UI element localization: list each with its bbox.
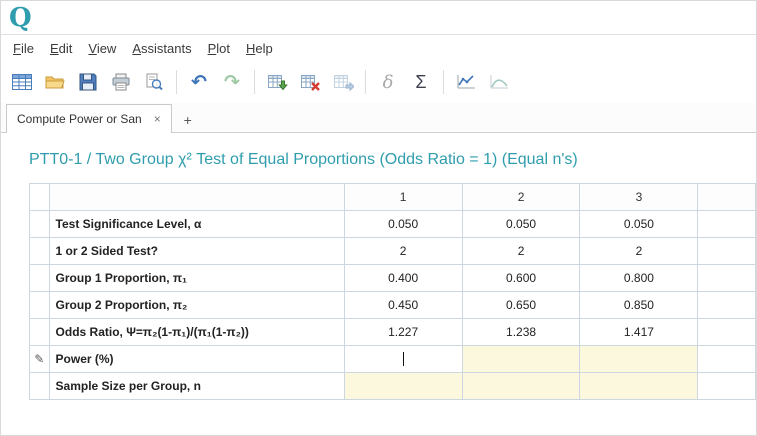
edit-row-pencil-icon: ✎	[34, 352, 45, 366]
plot-curve-icon[interactable]	[484, 67, 514, 97]
table-cell[interactable]: 0.050	[461, 210, 581, 238]
redo-icon[interactable]: ↷	[217, 67, 247, 97]
table-cell[interactable]: 0.650	[461, 291, 581, 319]
label-column-header	[48, 183, 345, 211]
page-title: PTT0-1 / Two Group χ² Test of Equal Prop…	[29, 151, 578, 168]
table-row: Group 1 Proportion, π₁ 0.400 0.600 0.800	[29, 264, 756, 292]
tab-label: Compute Power or San	[17, 112, 142, 126]
plot-line-icon[interactable]	[451, 67, 481, 97]
run-table-icon[interactable]	[262, 67, 292, 97]
table-cell[interactable]	[461, 372, 581, 400]
table-cell[interactable]	[579, 372, 699, 400]
table-cell[interactable]	[697, 264, 756, 292]
table-cell[interactable]: 0.400	[343, 264, 463, 292]
table-row-power: ✎ Power (%)	[29, 345, 756, 373]
undo-icon[interactable]: ↶	[184, 67, 214, 97]
menu-file[interactable]: File	[5, 38, 42, 59]
sigma-icon[interactable]: Σ	[406, 67, 436, 97]
table-row: 1 or 2 Sided Test? 2 2 2	[29, 237, 756, 265]
title-bar: Q	[1, 1, 756, 35]
print-icon[interactable]	[106, 67, 136, 97]
row-gutter	[29, 264, 50, 292]
corner-cell	[29, 183, 50, 211]
table-cell[interactable]	[697, 372, 756, 400]
content-panel: PTT0-1 / Two Group χ² Test of Equal Prop…	[1, 133, 756, 435]
tab-bar: Compute Power or San × +	[1, 103, 756, 133]
parameter-table: 1 2 3 Test Significance Level, α 0.050 0…	[29, 183, 756, 400]
menu-edit[interactable]: Edit	[42, 38, 80, 59]
row-label[interactable]: Sample Size per Group, n	[48, 372, 345, 400]
row-gutter	[29, 372, 50, 400]
menu-plot[interactable]: Plot	[200, 38, 238, 59]
row-gutter	[29, 291, 50, 319]
new-table-icon[interactable]	[7, 67, 37, 97]
menu-bar: File Edit View Assistants Plot Help	[1, 35, 756, 61]
row-label[interactable]: Power (%)	[48, 345, 345, 373]
table-cell[interactable]	[697, 210, 756, 238]
table-row: Test Significance Level, α 0.050 0.050 0…	[29, 210, 756, 238]
row-gutter	[29, 210, 50, 238]
table-cell[interactable]: 1.238	[461, 318, 581, 346]
toolbar: ↶ ↷ δ Σ	[1, 61, 756, 103]
row-gutter	[29, 318, 50, 346]
row-label[interactable]: Group 2 Proportion, π₂	[48, 291, 345, 319]
menu-assistants[interactable]: Assistants	[124, 38, 199, 59]
table-cell[interactable]	[697, 345, 756, 373]
delta-icon[interactable]: δ	[373, 67, 403, 97]
column-header-1[interactable]: 1	[343, 183, 463, 211]
menu-view[interactable]: View	[80, 38, 124, 59]
new-tab-button[interactable]: +	[175, 108, 201, 132]
table-cell[interactable]: 0.050	[343, 210, 463, 238]
tab-close-icon[interactable]: ×	[154, 112, 161, 126]
text-caret	[402, 352, 404, 367]
table-cell[interactable]	[697, 237, 756, 265]
row-label[interactable]: Group 1 Proportion, π₁	[48, 264, 345, 292]
app-logo: Q	[9, 2, 32, 33]
row-gutter: ✎	[29, 345, 50, 373]
table-row: Odds Ratio, Ψ=π₂(1-π₁)/(π₁(1-π₂)) 1.227 …	[29, 318, 756, 346]
app-window: Q File Edit View Assistants Plot Help ↶ …	[0, 0, 757, 436]
toolbar-separator	[254, 70, 255, 94]
table-cell[interactable]	[697, 291, 756, 319]
table-cell[interactable]: 0.450	[343, 291, 463, 319]
table-cell[interactable]: 1.417	[579, 318, 699, 346]
toolbar-separator	[443, 70, 444, 94]
print-preview-icon[interactable]	[139, 67, 169, 97]
table-cell[interactable]: 2	[579, 237, 699, 265]
column-header-partial[interactable]	[697, 183, 756, 211]
toolbar-separator	[176, 70, 177, 94]
table-cell[interactable]: 0.850	[579, 291, 699, 319]
table-cell[interactable]	[579, 345, 699, 373]
menu-help[interactable]: Help	[238, 38, 281, 59]
toolbar-separator	[365, 70, 366, 94]
table-cell[interactable]: 2	[343, 237, 463, 265]
table-cell[interactable]: 0.600	[461, 264, 581, 292]
table-cell[interactable]	[461, 345, 581, 373]
table-cell[interactable]: 0.050	[579, 210, 699, 238]
column-header-3[interactable]: 3	[579, 183, 699, 211]
transfer-table-icon[interactable]	[328, 67, 358, 97]
open-folder-icon[interactable]	[40, 67, 70, 97]
table-cell[interactable]: 0.800	[579, 264, 699, 292]
table-header-row: 1 2 3	[29, 183, 756, 211]
save-icon[interactable]	[73, 67, 103, 97]
row-label[interactable]: Odds Ratio, Ψ=π₂(1-π₁)/(π₁(1-π₂))	[48, 318, 345, 346]
row-gutter	[29, 237, 50, 265]
tab-compute-power[interactable]: Compute Power or San ×	[6, 104, 172, 133]
column-header-2[interactable]: 2	[461, 183, 581, 211]
table-cell[interactable]	[697, 318, 756, 346]
active-edit-cell[interactable]	[343, 345, 463, 373]
row-label[interactable]: 1 or 2 Sided Test?	[48, 237, 345, 265]
row-label[interactable]: Test Significance Level, α	[48, 210, 345, 238]
table-row-sample-size: Sample Size per Group, n	[29, 372, 756, 400]
delete-column-icon[interactable]	[295, 67, 325, 97]
table-cell[interactable]: 2	[461, 237, 581, 265]
table-cell[interactable]	[343, 372, 463, 400]
table-cell[interactable]: 1.227	[343, 318, 463, 346]
table-row: Group 2 Proportion, π₂ 0.450 0.650 0.850	[29, 291, 756, 319]
